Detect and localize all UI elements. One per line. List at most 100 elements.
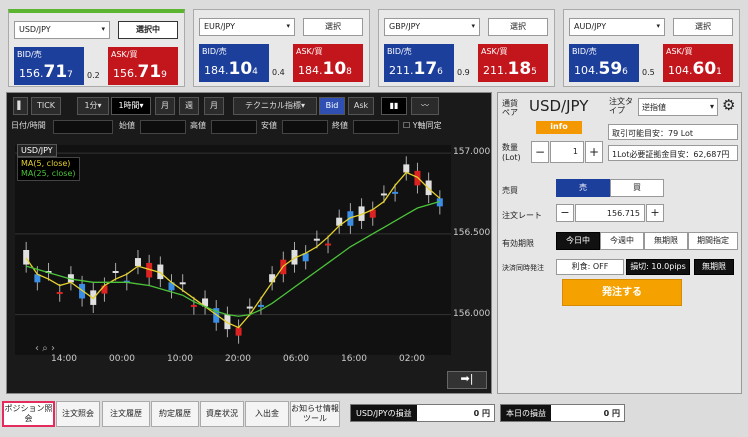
price-chart[interactable]: USD/JPY MA(5, close) MA(25, close) [15,144,451,355]
candle-chart-icon[interactable]: ▮▮ [381,97,407,115]
submit-order-button[interactable]: 発注する [562,279,682,306]
ask-label: ASK/買 [666,47,693,56]
x-tick-label: 06:00 [283,354,309,364]
ask-button[interactable]: Ask [348,97,374,115]
validity-week[interactable]: 今週中 [600,232,644,250]
y-tick-label: 157.000 [453,147,491,158]
candle [325,243,332,246]
interval-1h-select[interactable]: 1時間▾ [111,97,151,115]
low-label: 安値 [261,121,277,130]
pair-select[interactable]: AUD/JPY ▾ [569,18,665,36]
execution-history-button[interactable]: 約定履歴 [151,401,199,427]
select-pair-button[interactable]: 選択 [303,18,363,36]
x-tick-label: 20:00 [225,354,251,364]
datetime-value [53,120,113,134]
stop-loss-toggle[interactable]: 損切: 10.0pips [626,259,690,275]
spread: 0.4 [272,68,285,77]
candle [246,306,253,309]
candle [112,271,119,273]
sell-button[interactable]: 売 [556,179,610,197]
select-pair-button[interactable]: 選択中 [118,21,178,39]
settings-gear-icon[interactable]: ⚙ [722,96,735,114]
currency-panel: EUR/JPY ▾ 選択 BID/売 184.104 0.4 ASK/買 184.… [193,9,370,87]
ask-fraction: 8 [346,67,352,77]
deposit-button[interactable]: 入出金 [245,401,289,427]
chart-svg [15,152,451,344]
position-inquiry-button[interactable]: ポジション照会 [2,401,55,427]
candle [23,250,30,265]
currency-panel: AUD/JPY ▾ 選択 BID/売 104.596 0.5 ASK/買 104.… [563,9,740,87]
pair-pl-value: 0 円 [473,409,490,418]
bid-price-button[interactable]: BID/売 104.596 [569,44,639,82]
bid-price-button[interactable]: BID/売 156.717 [14,47,84,85]
ask-label: ASK/買 [111,50,138,59]
order-pair: USD/JPY [529,97,589,115]
line-chart-icon[interactable]: 〰 [411,97,439,115]
bid-button[interactable]: Bid [319,97,345,115]
asset-status-button[interactable]: 資産状況 [200,401,244,427]
candle [380,193,387,196]
ask-pips: 10 [322,59,347,79]
select-pair-button[interactable]: 選択 [488,18,548,36]
ask-fraction: 9 [161,70,167,80]
cursor-icon[interactable]: ▌ [13,97,28,115]
x-tick-label: 00:00 [109,354,135,364]
info-button[interactable]: info [536,121,582,134]
take-profit-toggle[interactable]: 利食: OFF [556,259,624,275]
ask-price-button[interactable]: ASK/買 211.185 [478,44,548,82]
settle-validity[interactable]: 無期限 [694,259,734,275]
spread: 0.2 [87,71,100,80]
pair-select[interactable]: USD/JPY ▾ [14,21,110,39]
month2-button[interactable]: 月 [204,97,224,115]
rate-input[interactable]: 156.715 [575,204,645,222]
currency-panel: GBP/JPY ▾ 選択 BID/売 211.176 0.9 ASK/買 211.… [378,9,555,87]
order-history-button[interactable]: 注文履歴 [102,401,150,427]
pair-select[interactable]: GBP/JPY ▾ [384,18,480,36]
pair-pl-label: USD/JPYの損益 [351,405,417,421]
validity-period[interactable]: 期間指定 [688,232,738,250]
tick-button[interactable]: TICK [31,97,61,115]
ask-price-button[interactable]: ASK/買 104.601 [663,44,733,82]
bid-pips: 71 [43,62,68,82]
legend: MA(5, close) MA(25, close) [17,157,80,181]
rate-minus-button[interactable]: − [556,204,574,222]
notice-tool-button[interactable]: お知らせ情報ツール [290,401,340,427]
ask-price-button[interactable]: ASK/買 184.108 [293,44,363,82]
order-inquiry-button[interactable]: 注文照会 [56,401,100,427]
bid-label: BID/売 [387,47,412,56]
ask-major: 184. [298,64,323,77]
candle [235,327,242,336]
order-type-select[interactable]: 逆指値 ▾ [638,98,718,116]
high-value [211,120,257,134]
qty-plus-button[interactable]: + [585,141,603,163]
bid-fraction: 4 [252,67,258,77]
ask-price-button[interactable]: ASK/買 156.719 [108,47,178,85]
open-label: 始値 [119,121,135,130]
interval-1min-select[interactable]: 1分▾ [77,97,109,115]
bid-price-button[interactable]: BID/売 184.104 [199,44,269,82]
qty-input[interactable]: 1 [550,141,584,163]
ask-pips: 18 [507,59,532,79]
high-label: 高値 [190,121,206,130]
validity-today[interactable]: 今日中 [556,232,600,250]
scroll-latest-icon[interactable]: ➡| [447,371,487,389]
currency-panel: USD/JPY ▾ 選択中 BID/売 156.717 0.2 ASK/買 156… [8,9,185,87]
month-button[interactable]: 月 [155,97,175,115]
bid-label: BID/売 [17,50,42,59]
zoom-controls[interactable]: ‹ ⌕ › [35,343,55,354]
qty-minus-button[interactable]: − [531,141,549,163]
y-sync-checkbox[interactable]: ☐ Y軸同定 [403,120,442,131]
technical-select[interactable]: テクニカル指標▾ [233,97,317,115]
bid-price-button[interactable]: BID/売 211.176 [384,44,454,82]
x-tick-label: 02:00 [399,354,425,364]
validity-unlimited[interactable]: 無期限 [644,232,688,250]
pair-select[interactable]: EUR/JPY ▾ [199,18,295,36]
candle [190,304,197,307]
buy-button[interactable]: 買 [610,179,664,197]
select-pair-button[interactable]: 選択 [673,18,733,36]
ask-major: 104. [668,64,693,77]
week-button[interactable]: 週 [179,97,199,115]
spread: 0.9 [457,68,470,77]
ask-pips: 71 [137,62,162,82]
rate-plus-button[interactable]: + [646,204,664,222]
